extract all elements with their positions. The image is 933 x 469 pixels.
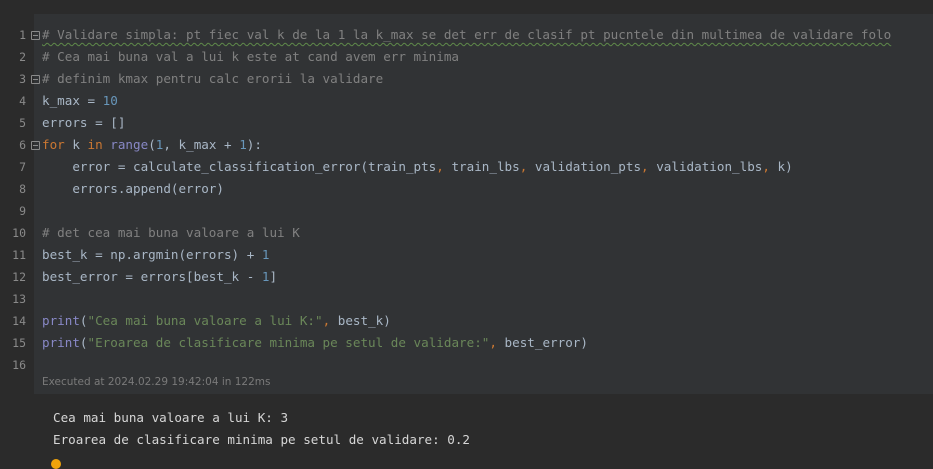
line-number: 12 [12,270,26,284]
code-line: # Validare simpla: pt fiec val k de la 1… [42,24,891,46]
code-token: k) [769,159,793,174]
code-line: # det cea mai buna valoare a lui K [42,225,300,240]
code-token: "Eroarea de clasificare minima pe setul … [87,335,490,350]
code-line: print("Eroarea de clasificare minima pe … [42,332,588,354]
code-token: best_error) [496,335,588,350]
code-token: train_lbs [443,159,520,174]
code-line: k_max = 10 [42,90,118,112]
comment-text: # Validare simpla: pt fiec val k de la 1… [42,27,892,42]
code-token: in [87,137,103,152]
code-token: , [641,159,649,174]
fold-marker-icon[interactable] [31,141,40,150]
code-token: for [42,137,65,152]
line-number: 4 [19,94,26,108]
code-line: best_error = errors[best_k - 1] [42,266,277,288]
code-line: for k in range(1, k_max + 1): [42,134,262,156]
code-token: , [436,159,444,174]
code-token: print [42,335,80,350]
code-token: 10 [102,93,118,108]
code-line: best_k = np.argmin(errors) + 1 [42,244,269,266]
code-token: validation_pts [527,159,642,174]
fold-marker-icon[interactable] [31,75,40,84]
code-line: errors = [] [42,115,126,130]
code-token: , k_max + [163,137,240,152]
code-token: ): [246,137,262,152]
line-number: 3 [19,72,26,86]
line-number: 13 [12,292,26,306]
code-token: 1 [261,247,270,262]
code-token: best_k = np.argmin(errors) + [42,247,262,262]
code-line: # definim kmax pentru calc erorii la val… [42,71,384,86]
code-token: validation_lbs [648,159,763,174]
code-line: errors.append(error) [42,181,224,196]
fold-marker-icon[interactable] [31,31,40,40]
code-token: range [110,137,149,152]
line-number: 10 [12,226,26,240]
code-token: error = calculate_classification_error(t… [42,159,437,174]
code-token: ( [79,335,88,350]
code-token: print [42,313,80,328]
line-number: 6 [19,138,26,152]
line-number: 15 [12,336,26,350]
cell-output: Cea mai buna valoare a lui K: 3 Eroarea … [0,394,933,465]
line-number: 1 [19,28,26,42]
code-line: # Cea mai buna val a lui k este at cand … [42,49,460,64]
code-token: ] [269,269,278,284]
output-line: Cea mai buna valoare a lui K: 3 [53,410,289,425]
code-token: , [489,335,497,350]
code-token: ( [79,313,88,328]
output-line: Eroarea de clasificare minima pe setul d… [53,432,471,447]
code-token: "Cea mai buna valoare a lui K:" [87,313,323,328]
line-number: 11 [12,248,26,262]
line-number: 8 [19,182,26,196]
code-line: print("Cea mai buna valoare a lui K:", b… [42,310,391,332]
code-token: ( [148,137,156,152]
execution-status-icon [51,459,61,469]
code-token: best_error = errors[best_k - [42,269,262,284]
code-line: error = calculate_classification_error(t… [42,156,793,178]
code-token: k_max = [42,93,103,108]
code-token: , [762,159,770,174]
line-number: 2 [19,50,26,64]
code-token: 1 [239,137,247,152]
line-number: 5 [19,116,26,130]
code-cell[interactable]: 1 2 3 4 5 6 7 8 9 10 11 12 13 14 15 16 #… [0,0,933,394]
line-number: 7 [19,160,26,174]
line-number: 9 [19,204,26,218]
code-token: best_k) [330,313,391,328]
execution-info: Executed at 2024.02.29 19:42:04 in 122ms [42,376,271,388]
code-token: k [64,137,88,152]
line-number: 14 [12,314,26,328]
line-number: 16 [12,358,26,372]
